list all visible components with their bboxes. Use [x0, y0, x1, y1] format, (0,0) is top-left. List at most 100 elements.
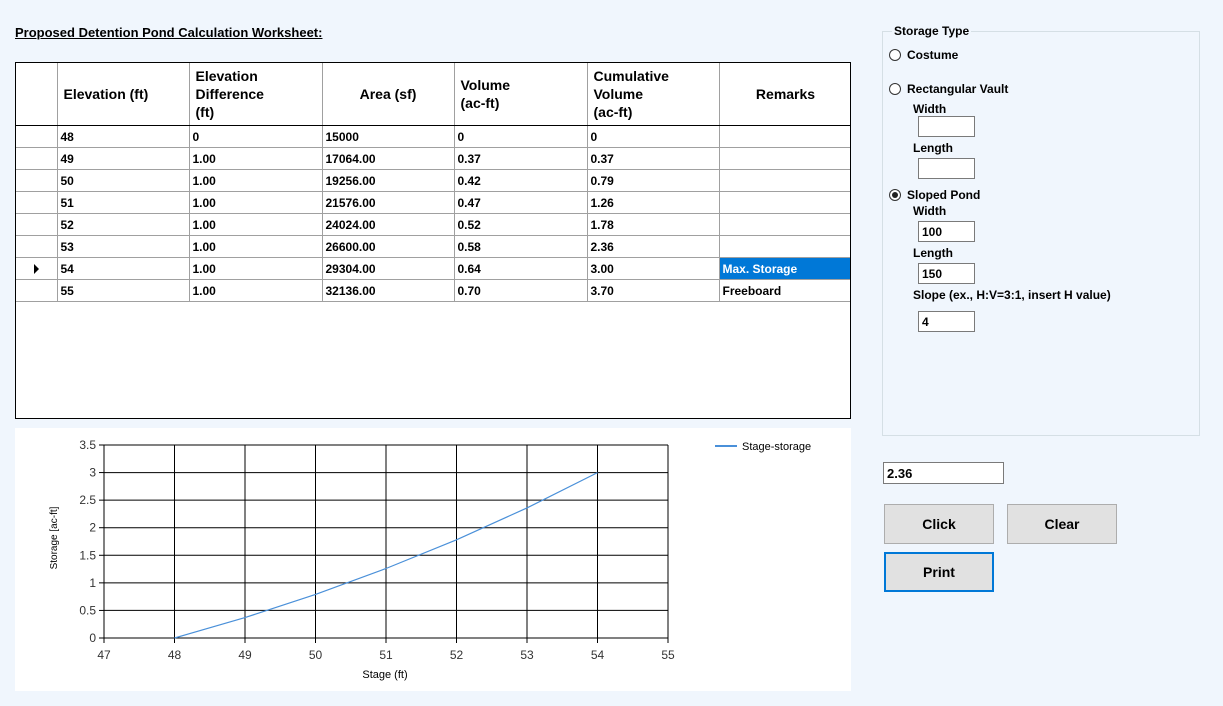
- cell-cumulative[interactable]: 1.26: [587, 191, 720, 214]
- result-textbox[interactable]: [883, 462, 1004, 484]
- cell-area[interactable]: 21576.00: [322, 191, 455, 214]
- radio-sloped-label: Sloped Pond: [907, 188, 981, 202]
- radio-sloped-circle[interactable]: [889, 189, 901, 201]
- cell-area[interactable]: 15000: [322, 125, 455, 148]
- table-row[interactable]: 48 0 15000 0 0: [16, 125, 850, 148]
- col-header-elevation-difference[interactable]: Elevation Difference (ft): [189, 63, 323, 126]
- cell-diff[interactable]: 1.00: [189, 279, 323, 302]
- cell-diff[interactable]: 1.00: [189, 169, 323, 192]
- y-tick-label: 3: [89, 466, 96, 480]
- table-row[interactable]: 52 1.00 24024.00 0.52 1.78: [16, 213, 850, 236]
- cell-remarks[interactable]: [719, 191, 850, 214]
- col-header-volume[interactable]: Volume (ac-ft): [454, 63, 588, 126]
- cell-elevation[interactable]: 49: [57, 147, 190, 170]
- radio-costume[interactable]: Costume: [889, 48, 958, 62]
- cell-volume[interactable]: 0.47: [454, 191, 588, 214]
- cell-elevation[interactable]: 55: [57, 279, 190, 302]
- col-header-elev-diff-line2: Difference: [195, 86, 264, 102]
- cell-area[interactable]: 26600.00: [322, 235, 455, 258]
- slope-input[interactable]: [918, 311, 975, 332]
- cell-remarks[interactable]: Max. Storage: [719, 257, 850, 280]
- x-tick-label: 53: [520, 648, 534, 662]
- table-row[interactable]: 54 1.00 29304.00 0.64 3.00 Max. Storage: [16, 257, 850, 280]
- cell-remarks[interactable]: Freeboard: [719, 279, 850, 302]
- sloped-length-input[interactable]: [918, 263, 975, 284]
- row-header[interactable]: [16, 191, 58, 214]
- cell-volume[interactable]: 0.70: [454, 279, 588, 302]
- cell-elevation[interactable]: 51: [57, 191, 190, 214]
- cell-area[interactable]: 29304.00: [322, 257, 455, 280]
- col-header-cumulative-volume[interactable]: Cumulative Volume (ac-ft): [587, 63, 720, 126]
- col-header-cumulative-line3: (ac-ft): [593, 104, 633, 120]
- cell-remarks[interactable]: [719, 235, 850, 258]
- cell-diff[interactable]: 1.00: [189, 147, 323, 170]
- row-header[interactable]: [16, 125, 58, 148]
- cell-area[interactable]: 17064.00: [322, 147, 455, 170]
- cell-cumulative[interactable]: 2.36: [587, 235, 720, 258]
- cell-elevation[interactable]: 50: [57, 169, 190, 192]
- cell-cumulative[interactable]: 1.78: [587, 213, 720, 236]
- cell-volume[interactable]: 0.52: [454, 213, 588, 236]
- col-header-remarks[interactable]: Remarks: [719, 63, 850, 126]
- cell-elevation[interactable]: 52: [57, 213, 190, 236]
- row-header[interactable]: [16, 235, 58, 258]
- cell-remarks[interactable]: [719, 213, 850, 236]
- cell-area[interactable]: 24024.00: [322, 213, 455, 236]
- click-button[interactable]: Click: [884, 504, 994, 544]
- cell-cumulative[interactable]: 0.79: [587, 169, 720, 192]
- data-grid[interactable]: Elevation (ft) Elevation Difference (ft)…: [15, 62, 851, 419]
- cell-diff[interactable]: 1.00: [189, 213, 323, 236]
- cell-cumulative[interactable]: 0: [587, 125, 720, 148]
- table-row[interactable]: 50 1.00 19256.00 0.42 0.79: [16, 169, 850, 192]
- cell-elevation[interactable]: 53: [57, 235, 190, 258]
- rect-length-input[interactable]: [918, 158, 975, 179]
- cell-remarks[interactable]: [719, 125, 850, 148]
- cell-cumulative[interactable]: 3.00: [587, 257, 720, 280]
- col-header-elev-diff-line3: (ft): [195, 104, 215, 120]
- y-tick-label: 0.5: [79, 603, 96, 617]
- table-row[interactable]: 49 1.00 17064.00 0.37 0.37: [16, 147, 850, 170]
- print-button[interactable]: Print: [884, 552, 994, 592]
- col-header-area[interactable]: Area (sf): [322, 63, 455, 126]
- cell-volume[interactable]: 0.64: [454, 257, 588, 280]
- cell-cumulative[interactable]: 3.70: [587, 279, 720, 302]
- row-header[interactable]: [16, 213, 58, 236]
- row-header[interactable]: [16, 279, 58, 302]
- cell-volume[interactable]: 0.42: [454, 169, 588, 192]
- row-header[interactable]: [16, 169, 58, 192]
- cell-cumulative[interactable]: 0.37: [587, 147, 720, 170]
- clear-button[interactable]: Clear: [1007, 504, 1117, 544]
- table-row[interactable]: 53 1.00 26600.00 0.58 2.36: [16, 235, 850, 258]
- col-header-area-label: Area (sf): [359, 86, 417, 102]
- cell-volume[interactable]: 0.58: [454, 235, 588, 258]
- y-tick-label: 0: [89, 631, 96, 645]
- col-header-elevation[interactable]: Elevation (ft): [57, 63, 190, 126]
- row-header[interactable]: [16, 147, 58, 170]
- cell-volume[interactable]: 0: [454, 125, 588, 148]
- rect-width-input[interactable]: [918, 116, 975, 137]
- cell-elevation[interactable]: 48: [57, 125, 190, 148]
- sloped-width-input[interactable]: [918, 221, 975, 242]
- table-row[interactable]: 55 1.00 32136.00 0.70 3.70 Freeboard: [16, 279, 850, 302]
- cell-volume[interactable]: 0.37: [454, 147, 588, 170]
- cell-remarks[interactable]: [719, 147, 850, 170]
- radio-rectangular-vault[interactable]: Rectangular Vault: [889, 82, 1008, 96]
- cell-diff[interactable]: 0: [189, 125, 323, 148]
- sloped-width-label: Width: [913, 204, 947, 218]
- cell-area[interactable]: 32136.00: [322, 279, 455, 302]
- cell-area[interactable]: 19256.00: [322, 169, 455, 192]
- cell-remarks[interactable]: [719, 169, 850, 192]
- radio-costume-label: Costume: [907, 48, 959, 62]
- radio-rect-circle[interactable]: [889, 83, 901, 95]
- radio-sloped-pond[interactable]: Sloped Pond: [889, 188, 980, 202]
- row-header[interactable]: [16, 257, 58, 280]
- table-row[interactable]: 51 1.00 21576.00 0.47 1.26: [16, 191, 850, 214]
- x-tick-label: 54: [591, 648, 605, 662]
- y-tick-label: 1.5: [79, 548, 96, 562]
- col-header-remarks-label: Remarks: [755, 86, 816, 102]
- radio-costume-circle[interactable]: [889, 49, 901, 61]
- cell-diff[interactable]: 1.00: [189, 257, 323, 280]
- cell-diff[interactable]: 1.00: [189, 235, 323, 258]
- cell-diff[interactable]: 1.00: [189, 191, 323, 214]
- cell-elevation[interactable]: 54: [57, 257, 190, 280]
